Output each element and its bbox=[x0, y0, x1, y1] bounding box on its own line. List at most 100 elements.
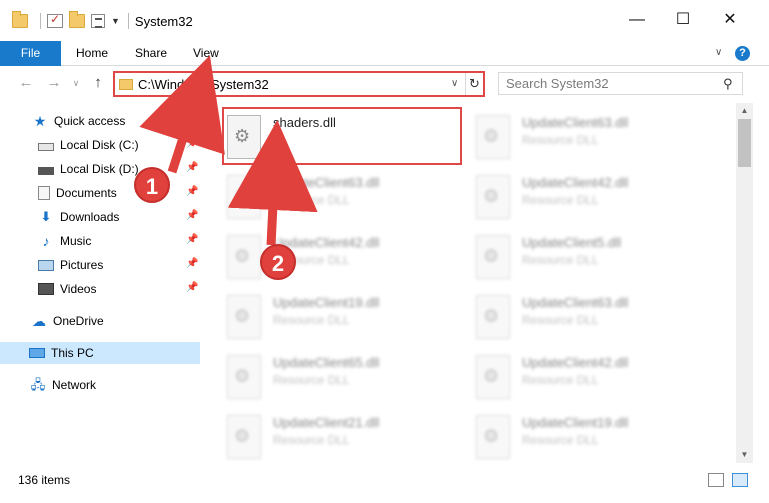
back-icon[interactable]: ← bbox=[16, 73, 36, 93]
sidebar-item-this-pc[interactable]: This PC bbox=[0, 342, 200, 364]
tab-view[interactable]: View bbox=[193, 41, 219, 66]
sidebar-item-documents[interactable]: Documents 📌 bbox=[0, 182, 200, 204]
minimize-button[interactable]: — bbox=[614, 8, 660, 32]
sidebar-item-local-disk-d[interactable]: Local Disk (D:) 📌 bbox=[0, 158, 200, 180]
file-item[interactable]: UpdateClient19.dll Resource DLL bbox=[205, 287, 445, 345]
up-icon[interactable]: ↑ bbox=[88, 73, 108, 93]
folder-icon[interactable] bbox=[12, 11, 28, 28]
ribbon: File Home Share View ∨ ? bbox=[0, 41, 769, 66]
sidebar-item-label: Music bbox=[60, 234, 92, 248]
file-item[interactable]: UpdateClient63.dll Resource DLL bbox=[454, 107, 694, 165]
new-folder-icon[interactable] bbox=[69, 11, 85, 28]
pin-icon: 📌 bbox=[186, 162, 199, 173]
address-path[interactable]: C:\Windows\System32 bbox=[138, 77, 269, 92]
shaders-highlight-box bbox=[222, 107, 462, 165]
sidebar-item-videos[interactable]: Videos 📌 bbox=[0, 278, 200, 300]
pin-icon: 📌 bbox=[186, 210, 199, 221]
item-count: 136 items bbox=[18, 473, 71, 487]
file-list: shaders.dll UpdateClient63.dll Resource … bbox=[205, 103, 736, 463]
dll-file-icon bbox=[476, 415, 510, 459]
quick-access-toolbar: ▼ System32 bbox=[10, 11, 193, 30]
scrollbar-thumb[interactable] bbox=[738, 119, 751, 167]
sidebar-item-quick-access[interactable]: ★ Quick access bbox=[0, 110, 200, 132]
customize-icon[interactable] bbox=[91, 14, 105, 28]
file-type: Resource DLL bbox=[522, 433, 599, 447]
forward-icon[interactable]: → bbox=[44, 73, 64, 93]
callout-1: 1 bbox=[134, 167, 170, 203]
sidebar-item-label: Videos bbox=[60, 282, 97, 296]
sidebar-item-onedrive[interactable]: ☁ OneDrive bbox=[0, 310, 200, 332]
file-name: UpdateClient42.dll bbox=[522, 175, 629, 190]
search-box[interactable]: ⚲ bbox=[498, 72, 743, 95]
properties-icon[interactable] bbox=[47, 12, 63, 28]
file-name: UpdateClient65.dll bbox=[273, 355, 380, 370]
sidebar-item-label: OneDrive bbox=[53, 314, 104, 328]
vertical-scrollbar[interactable]: ▲ ▼ bbox=[736, 103, 753, 463]
search-icon[interactable]: ⚲ bbox=[723, 76, 733, 92]
sidebar-item-label: Quick access bbox=[54, 114, 126, 128]
file-item[interactable]: UpdateClient42.dll Resource DLL bbox=[454, 167, 694, 225]
tab-share[interactable]: Share bbox=[135, 41, 167, 66]
dll-file-icon bbox=[227, 295, 261, 339]
address-bar[interactable]: C:\Windows\System32 ∨ ↻ bbox=[113, 71, 485, 97]
file-name: UpdateClient21.dll bbox=[273, 415, 380, 430]
file-type: Resource DLL bbox=[522, 313, 599, 327]
pin-icon: 📌 bbox=[186, 138, 199, 149]
pin-icon: 📌 bbox=[186, 234, 199, 245]
file-item[interactable]: UpdateClient42.dll Resource DLL bbox=[205, 227, 445, 285]
dll-file-icon bbox=[227, 355, 261, 399]
file-item[interactable]: UpdateClient5.dll Resource DLL bbox=[454, 227, 694, 285]
sidebar-item-network[interactable]: 🖧 Network bbox=[0, 374, 200, 396]
recent-locations-icon[interactable]: ∨ bbox=[66, 73, 86, 93]
large-icons-view-icon[interactable] bbox=[732, 473, 748, 487]
drive-icon bbox=[38, 142, 54, 151]
pin-icon: 📌 bbox=[186, 258, 199, 269]
help-icon[interactable]: ? bbox=[735, 46, 750, 61]
file-type: Resource DLL bbox=[273, 193, 350, 207]
sidebar-item-downloads[interactable]: ⬇ Downloads 📌 bbox=[0, 206, 200, 228]
sidebar-item-label: This PC bbox=[51, 346, 94, 360]
music-icon: ♪ bbox=[42, 233, 50, 249]
sidebar-item-pictures[interactable]: Pictures 📌 bbox=[0, 254, 200, 276]
chevron-down-icon[interactable]: ▼ bbox=[111, 16, 120, 26]
dll-file-icon bbox=[476, 355, 510, 399]
pin-icon: 📌 bbox=[186, 282, 199, 293]
file-name: UpdateClient19.dll bbox=[522, 415, 629, 430]
dll-file-icon bbox=[476, 235, 510, 279]
dll-file-icon bbox=[476, 295, 510, 339]
file-name: UpdateClient19.dll bbox=[273, 295, 380, 310]
file-item[interactable]: UpdateClient21.dll Resource DLL bbox=[205, 407, 445, 465]
file-name: UpdateClient5.dll bbox=[522, 235, 622, 250]
dll-file-icon bbox=[476, 175, 510, 219]
file-item[interactable]: UpdateClient63.dll Resource DLL bbox=[205, 167, 445, 225]
toolbar-divider bbox=[127, 13, 129, 29]
scroll-down-icon[interactable]: ▼ bbox=[736, 447, 753, 463]
file-item[interactable]: UpdateClient65.dll Resource DLL bbox=[205, 347, 445, 405]
search-input[interactable] bbox=[506, 76, 716, 91]
expand-ribbon-icon[interactable]: ∨ bbox=[715, 47, 722, 58]
pin-icon: 📌 bbox=[186, 186, 199, 197]
file-type: Resource DLL bbox=[522, 193, 599, 207]
dll-file-icon bbox=[476, 115, 510, 159]
refresh-icon[interactable]: ↻ bbox=[465, 73, 483, 95]
close-button[interactable]: ✕ bbox=[707, 8, 753, 32]
tab-home[interactable]: Home bbox=[76, 41, 108, 66]
maximize-button[interactable]: ☐ bbox=[660, 8, 706, 32]
file-name: UpdateClient63.dll bbox=[522, 115, 629, 130]
tab-file[interactable]: File bbox=[0, 41, 61, 66]
scroll-up-icon[interactable]: ▲ bbox=[736, 103, 753, 119]
file-item[interactable]: UpdateClient63.dll Resource DLL bbox=[454, 287, 694, 345]
details-view-icon[interactable] bbox=[708, 473, 724, 487]
star-icon: ★ bbox=[33, 113, 47, 129]
window-title: System32 bbox=[134, 13, 193, 29]
file-type: Resource DLL bbox=[273, 433, 350, 447]
file-name: UpdateClient42.dll bbox=[522, 355, 629, 370]
folder-icon bbox=[119, 79, 133, 90]
address-dropdown-icon[interactable]: ∨ bbox=[451, 78, 458, 89]
sidebar-item-local-disk-c[interactable]: Local Disk (C:) 📌 bbox=[0, 134, 200, 156]
dll-file-icon bbox=[227, 175, 261, 219]
network-icon: 🖧 bbox=[30, 377, 46, 392]
file-item[interactable]: UpdateClient42.dll Resource DLL bbox=[454, 347, 694, 405]
sidebar-item-music[interactable]: ♪ Music 📌 bbox=[0, 230, 200, 252]
file-item[interactable]: UpdateClient19.dll Resource DLL bbox=[454, 407, 694, 465]
